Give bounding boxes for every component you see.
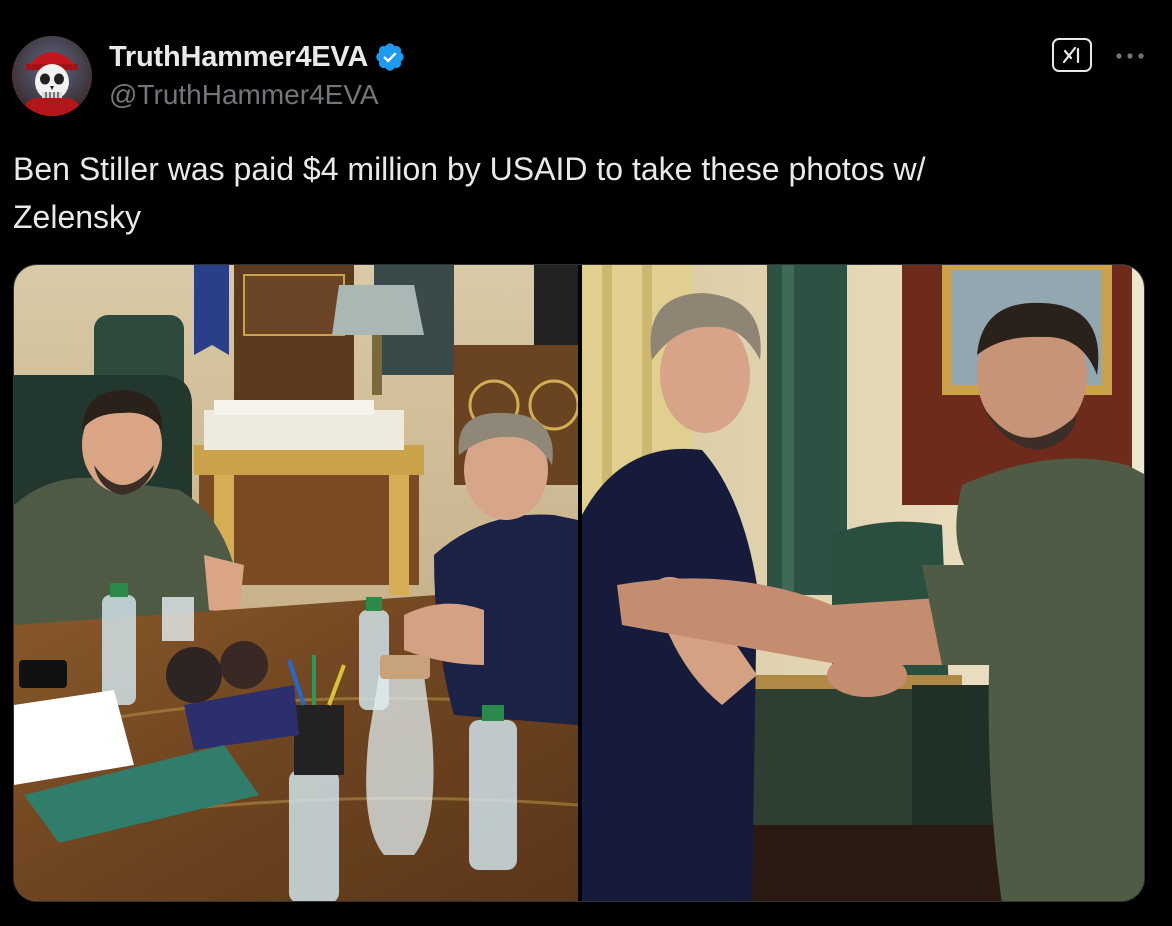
tweet-text: Ben Stiller was paid $4 million by USAID… (13, 145, 1133, 241)
tweet-text-line1: Ben Stiller was paid $4 million by USAID… (13, 151, 926, 187)
author-handle[interactable]: @TruthHammer4EVA (109, 79, 406, 111)
grok-icon (1062, 46, 1080, 64)
more-options-icon (1116, 53, 1144, 59)
photo-handshake[interactable] (582, 265, 1144, 901)
punisher-skull-avatar (12, 36, 92, 116)
tweet: TruthHammer4EVA @TruthHammer4EVA Ben Sti… (0, 0, 1172, 926)
media-grid (13, 264, 1145, 902)
more-options-button[interactable] (1112, 38, 1148, 74)
display-name-row: TruthHammer4EVA (109, 38, 406, 76)
display-name[interactable]: TruthHammer4EVA (109, 41, 368, 74)
author-names: TruthHammer4EVA @TruthHammer4EVA (109, 38, 406, 111)
grok-button[interactable] (1052, 38, 1092, 72)
avatar[interactable] (12, 36, 92, 116)
tweet-text-line2: Zelensky (13, 199, 142, 235)
photo-meeting-at-desk[interactable] (14, 265, 578, 901)
tweet-header: TruthHammer4EVA @TruthHammer4EVA (12, 34, 1160, 118)
verified-badge-icon[interactable] (374, 41, 406, 73)
